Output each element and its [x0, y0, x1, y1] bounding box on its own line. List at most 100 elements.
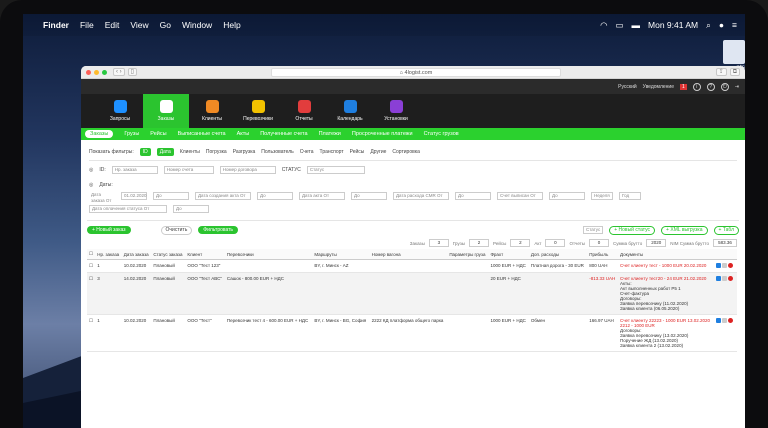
cell-docs[interactable]: Счет клиенту тест - 1000 EUR 20.02.2020 — [618, 259, 715, 273]
col-header[interactable]: Маршруты — [312, 249, 370, 260]
filter-chip-sort[interactable]: Сортировка — [392, 149, 419, 155]
new-status-button[interactable]: + Новый статус — [609, 225, 656, 235]
doc-line[interactable]: Заявка клиента 2 (13.02.2020) — [620, 343, 712, 348]
filter-chip-unloading[interactable]: Разгрузка — [233, 149, 256, 155]
subnav-payments[interactable]: Платежи — [319, 131, 341, 137]
cmr-date-to-input[interactable]: До — [455, 191, 491, 200]
subnav-orders[interactable]: Заказы — [85, 130, 114, 138]
act-date-from-input[interactable]: Дата акта От — [299, 191, 345, 200]
nav-orders[interactable]: Заказы — [143, 94, 189, 128]
nav-requests[interactable]: Запросы — [97, 94, 143, 128]
notification-badge[interactable]: 1 — [680, 83, 687, 90]
copy-icon[interactable] — [722, 276, 728, 281]
menu-file[interactable]: File — [80, 20, 94, 30]
edit-icon[interactable] — [716, 318, 722, 323]
minimize-icon[interactable] — [94, 69, 99, 75]
filter-chip-user[interactable]: Пользователь — [261, 149, 293, 155]
act-created-from-input[interactable]: Дата создания акта От — [195, 191, 251, 200]
copy-icon[interactable] — [722, 318, 728, 323]
control-center-icon[interactable]: ≡ — [732, 20, 737, 30]
table-button[interactable]: + Табл — [713, 225, 739, 235]
clear-button[interactable]: Очистить — [160, 225, 193, 235]
delete-icon[interactable] — [728, 276, 734, 281]
delete-icon[interactable] — [728, 263, 734, 268]
subnav-cargo[interactable]: Грузы — [124, 131, 139, 137]
subnav-issued-invoices[interactable]: Выписанные счета — [178, 131, 226, 137]
row-checkbox[interactable]: ☐ — [87, 259, 96, 273]
share-icon[interactable]: ⇪ — [715, 68, 727, 76]
col-header[interactable]: Фрахт — [488, 249, 529, 260]
battery-icon[interactable]: ▬ — [632, 20, 641, 30]
cell-client[interactable]: ООО "Тест" — [185, 314, 225, 352]
menubar-clock[interactable]: Mon 9:41 AM — [648, 20, 698, 30]
act-created-to-input[interactable]: До — [257, 191, 293, 200]
filter-chip-transport[interactable]: Транспорт — [320, 149, 344, 155]
select-all-checkbox[interactable]: ☐ — [87, 249, 96, 260]
doc-line[interactable]: Заявка клиента (06.05.2020) — [620, 306, 712, 311]
subnav-cargo-status[interactable]: Статус грузов — [424, 131, 459, 137]
col-header[interactable]: Доп. расходы — [528, 249, 588, 260]
tabs-icon[interactable]: ⧉ — [729, 68, 740, 76]
col-header[interactable]: Дата заказа — [121, 249, 152, 260]
filter-chip-date[interactable]: Дата — [156, 147, 174, 156]
cell-client[interactable]: ООО "Тест 123" — [185, 259, 225, 273]
copy-icon[interactable] — [722, 263, 728, 268]
cell-client[interactable]: ООО "Тест АВС" — [185, 272, 225, 315]
menu-view[interactable]: View — [130, 20, 148, 30]
info-icon[interactable]: i — [692, 82, 701, 91]
address-bar[interactable]: ⌂ 4logist.com — [271, 68, 561, 77]
invoice-issued-from-input[interactable]: Счет выписан От — [497, 191, 543, 200]
act-date-to-input[interactable]: До — [351, 191, 387, 200]
menu-app-name[interactable]: Finder — [43, 20, 69, 30]
cmr-date-from-input[interactable]: Дата расхода CMR От — [393, 191, 449, 200]
cell-docs[interactable]: Счет клиенту 22223 - 1000 EUR 13.02.2020… — [618, 314, 715, 352]
xml-export-button[interactable]: + XML выгрузка — [661, 225, 708, 235]
invoice-issued-to-input[interactable]: До — [549, 191, 585, 200]
help-icon[interactable]: ? — [706, 82, 715, 91]
subnav-overdue-payments[interactable]: Просроченные платежи — [352, 131, 413, 137]
col-header[interactable]: Статус заказа — [151, 249, 186, 260]
spotlight-icon[interactable]: ⌕ — [706, 20, 711, 31]
edit-icon[interactable] — [716, 263, 722, 268]
filter-chip-trips[interactable]: Рейсы — [350, 149, 365, 155]
edit-icon[interactable] — [716, 276, 722, 281]
invoice-number-input[interactable]: Номер счета — [163, 165, 214, 174]
language-select[interactable]: Русский — [618, 84, 637, 90]
notification-label[interactable]: Уведомление — [643, 84, 674, 90]
nav-carriers[interactable]: Перевозчики — [235, 94, 281, 128]
menu-help[interactable]: Help — [223, 20, 240, 30]
new-order-button[interactable]: + Новый заказ — [87, 226, 131, 234]
logout-icon[interactable]: ⇥ — [735, 84, 739, 90]
back-forward-icon[interactable]: ‹ › — [113, 68, 125, 76]
order-date-to-input[interactable]: До — [153, 191, 189, 200]
airplay-icon[interactable]: ▭ — [616, 20, 624, 31]
row-checkbox[interactable]: ☐ — [87, 314, 96, 352]
nav-reports[interactable]: Отчеты — [281, 94, 327, 128]
status-select[interactable]: Статус — [582, 226, 604, 234]
filter-button[interactable]: Фильтровать — [198, 226, 239, 234]
close-icon[interactable] — [86, 69, 91, 75]
year-input[interactable]: Год — [619, 191, 641, 200]
maximize-icon[interactable] — [102, 69, 107, 75]
radio-icon[interactable]: ◎ — [89, 182, 93, 188]
delete-icon[interactable] — [728, 318, 734, 323]
col-header[interactable]: Перевозчики — [224, 249, 313, 260]
radio-icon[interactable]: ◎ — [89, 167, 93, 173]
filter-chip-id[interactable]: ID — [139, 147, 151, 156]
siri-icon[interactable]: ● — [719, 20, 724, 30]
col-header[interactable]: Документы — [618, 249, 715, 260]
col-header[interactable]: Прибыль — [587, 249, 619, 260]
filter-chip-invoices[interactable]: Счета — [300, 149, 314, 155]
col-header[interactable]: Номер вагона — [369, 249, 448, 260]
table-row[interactable]: ☐ 1 10.02.2020 Плановый ООО "Тест" Перев… — [87, 314, 737, 352]
row-checkbox[interactable]: ☐ — [87, 272, 96, 315]
status-input[interactable]: Статус — [306, 165, 365, 174]
contract-number-input[interactable]: Номер договора — [219, 165, 276, 174]
filter-chip-other[interactable]: Другие — [370, 149, 386, 155]
order-number-input[interactable]: Нр. заказа — [111, 165, 158, 174]
order-date-from-input[interactable]: 01.02.2020 — [121, 191, 147, 200]
subnav-received-invoices[interactable]: Полученные счета — [260, 131, 307, 137]
table-row[interactable]: ☐ 1 10.02.2020 Плановый ООО "Тест 123" B… — [87, 259, 737, 273]
doc-link[interactable]: Счет клиенту тест - 1000 EUR 20.02.2020 — [620, 263, 706, 268]
nav-calendar[interactable]: Календарь — [327, 94, 373, 128]
